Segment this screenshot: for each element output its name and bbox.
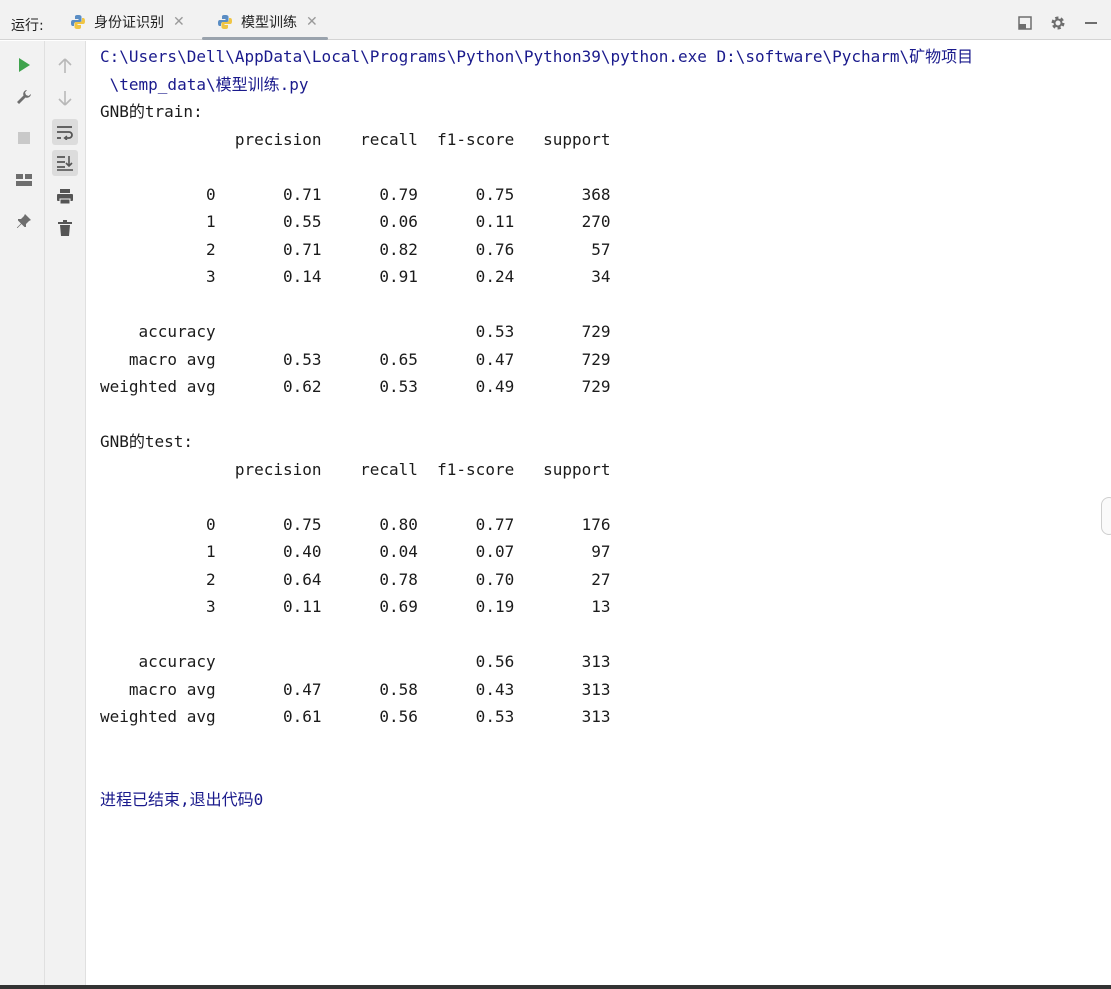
command-line-continuation: \temp_data\模型训练.py bbox=[100, 74, 309, 94]
gear-icon[interactable] bbox=[1048, 13, 1068, 33]
pin-icon[interactable] bbox=[12, 209, 36, 233]
tab-model-training[interactable]: 模型训练 ✕ bbox=[202, 4, 328, 40]
run-icon[interactable] bbox=[12, 53, 36, 77]
scrollbar-handle[interactable] bbox=[1101, 497, 1111, 535]
layout-icon[interactable] bbox=[12, 168, 36, 192]
restore-layout-icon[interactable] bbox=[1015, 13, 1035, 33]
console-text: C:\Users\Dell\AppData\Local\Programs\Pyt… bbox=[100, 43, 973, 813]
run-label: 运行: bbox=[11, 18, 44, 34]
tab-label: 模型训练 bbox=[241, 15, 297, 31]
exit-message: 进程已结束,退出代码0 bbox=[100, 789, 264, 809]
arrow-down-icon[interactable] bbox=[53, 86, 77, 110]
run-tool-window-header: 运行: 身份证识别 ✕ 模型训练 ✕ bbox=[0, 4, 1111, 40]
tab-label: 身份证识别 bbox=[94, 15, 164, 31]
run-actions-toolbar bbox=[0, 41, 45, 985]
window-bottom-edge bbox=[0, 985, 1111, 989]
minimize-icon[interactable] bbox=[1081, 13, 1101, 33]
console-actions-toolbar bbox=[45, 41, 86, 985]
soft-wrap-icon[interactable] bbox=[52, 119, 78, 145]
tool-window-actions bbox=[1015, 13, 1101, 33]
stop-icon[interactable] bbox=[12, 126, 36, 150]
scroll-to-end-icon[interactable] bbox=[52, 150, 78, 176]
close-icon[interactable]: ✕ bbox=[173, 14, 185, 30]
test-header: GNB的test: bbox=[100, 432, 194, 451]
train-header: GNB的train: bbox=[100, 102, 203, 121]
test-classification-report: precision recall f1-score support 0 0.75… bbox=[100, 459, 611, 727]
tab-id-card-recognition[interactable]: 身份证识别 ✕ bbox=[70, 4, 185, 40]
trash-icon[interactable] bbox=[53, 216, 77, 240]
wrench-icon[interactable] bbox=[12, 85, 36, 109]
arrow-up-icon[interactable] bbox=[53, 54, 77, 78]
console-output[interactable]: C:\Users\Dell\AppData\Local\Programs\Pyt… bbox=[86, 41, 1111, 985]
print-icon[interactable] bbox=[53, 185, 77, 209]
command-line: C:\Users\Dell\AppData\Local\Programs\Pyt… bbox=[100, 47, 974, 66]
python-icon bbox=[71, 15, 85, 29]
python-icon bbox=[218, 15, 232, 29]
train-classification-report: precision recall f1-score support 0 0.71… bbox=[100, 129, 611, 397]
close-icon[interactable]: ✕ bbox=[306, 14, 318, 30]
